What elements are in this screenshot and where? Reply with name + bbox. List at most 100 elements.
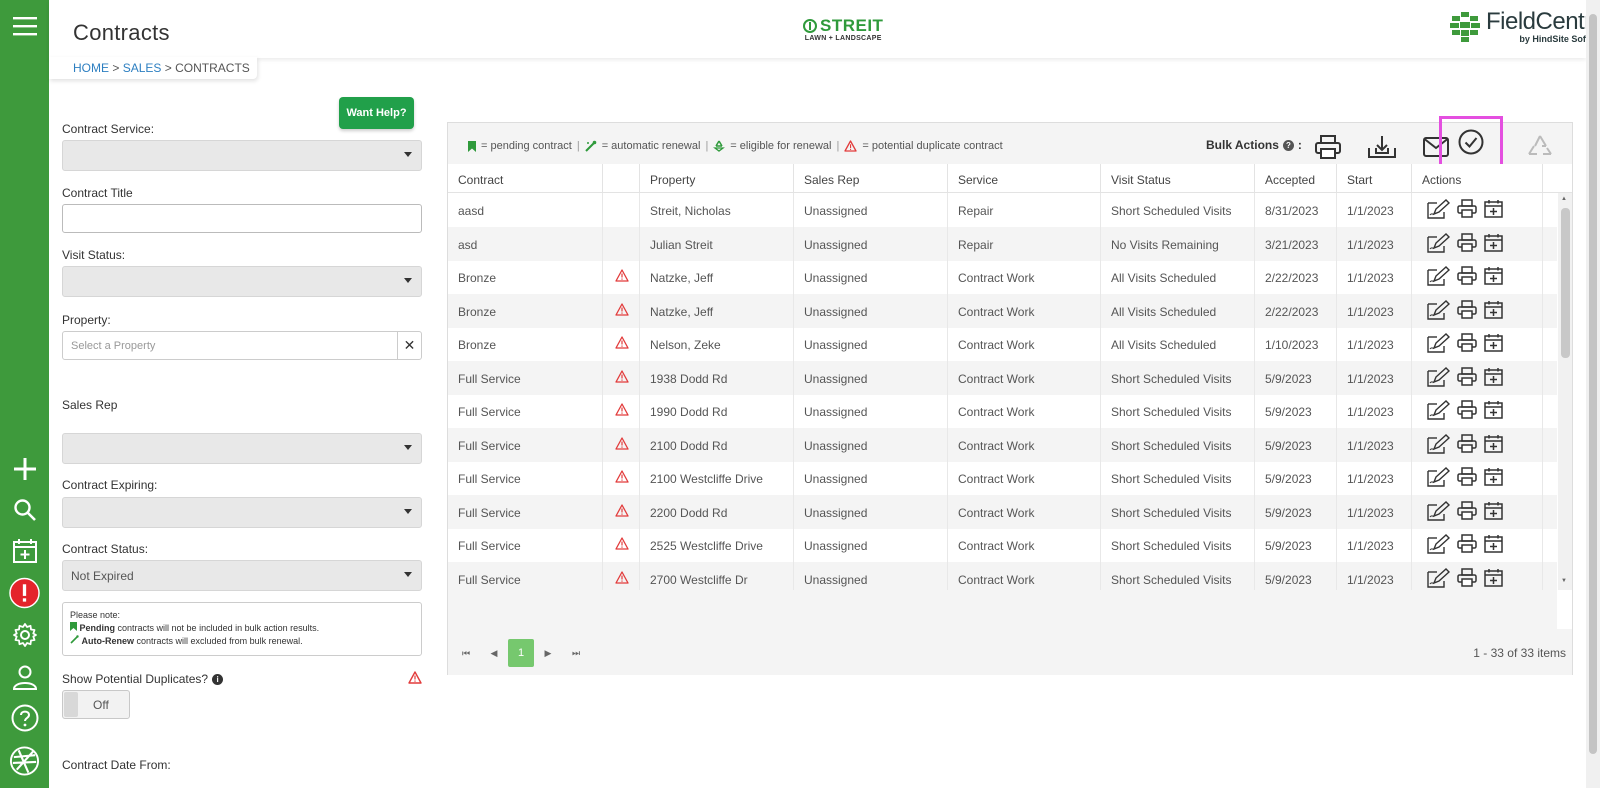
schedule-visit-button[interactable] (1484, 333, 1503, 355)
pager-first-button[interactable]: ⏮ (454, 641, 478, 665)
col-start[interactable]: Start (1337, 164, 1412, 193)
contract-status-select[interactable]: Not Expired (62, 560, 422, 591)
edit-contract-button[interactable] (1426, 299, 1451, 322)
schedule-visit-button[interactable] (1484, 534, 1503, 556)
page-scroll-thumb[interactable] (1589, 14, 1597, 754)
col-accepted[interactable]: Accepted (1255, 164, 1337, 193)
print-contract-button[interactable] (1457, 500, 1477, 523)
table-row[interactable]: Bronze Natzke, Jeff Unassigned Contract Wor… (448, 260, 1557, 294)
help-icon[interactable] (9, 702, 40, 733)
scroll-down-icon[interactable]: ▼ (1561, 578, 1567, 584)
pager-page-1[interactable]: 1 (508, 639, 534, 667)
table-scrollbar[interactable]: ▲ ▼ (1558, 193, 1572, 590)
schedule-visit-button[interactable] (1484, 501, 1503, 523)
question-icon[interactable]: ? (1282, 139, 1294, 151)
show-duplicates-toggle[interactable]: Off (62, 690, 130, 719)
schedule-visit-button[interactable] (1484, 233, 1503, 255)
edit-contract-button[interactable] (1426, 467, 1451, 489)
schedule-visit-button[interactable] (1484, 467, 1503, 489)
table-row[interactable]: Full Service 1938 Dodd Rd Unassigned Contra… (448, 360, 1557, 395)
gear-icon[interactable] (9, 619, 40, 650)
table-row[interactable]: Full Service 1990 Dodd Rd Unassigned Contra… (448, 394, 1557, 428)
col-contract[interactable]: Contract (448, 164, 603, 193)
edit-contract-button[interactable] (1426, 333, 1451, 355)
print-contract-button[interactable] (1457, 299, 1477, 322)
print-icon (1457, 567, 1477, 587)
want-help-button[interactable]: Want Help? (339, 97, 414, 129)
col-visit-status[interactable]: Visit Status (1101, 164, 1255, 193)
menu-icon[interactable] (9, 10, 40, 41)
table-row[interactable]: Bronze Natzke, Jeff Unassigned Contract Wor… (448, 293, 1557, 328)
table-row[interactable]: Full Service 2525 Westcliffe Drive Unassig… (448, 528, 1557, 562)
col-sales-rep[interactable]: Sales Rep (794, 164, 948, 193)
pager-prev-button[interactable]: ◀ (482, 641, 506, 665)
bulk-print-button[interactable] (1310, 130, 1346, 164)
schedule-visit-button[interactable] (1484, 266, 1503, 288)
bulk-accept-button[interactable] (1439, 116, 1503, 168)
breadcrumb-sales[interactable]: SALES (123, 61, 162, 75)
cell-property: Nelson, Zeke (640, 327, 794, 361)
add-icon[interactable] (9, 453, 40, 484)
print-contract-button[interactable] (1457, 266, 1477, 288)
property-select[interactable]: Select a Property ✕ (62, 331, 422, 360)
edit-contract-button[interactable] (1426, 366, 1451, 389)
sales-rep-select[interactable] (62, 433, 422, 464)
contract-title-input[interactable] (62, 204, 422, 233)
cell-start: 1/1/2023 (1337, 260, 1412, 294)
print-contract-button[interactable] (1457, 433, 1477, 456)
bulk-download-button[interactable] (1364, 130, 1400, 164)
schedule-visit-button[interactable] (1484, 300, 1503, 322)
warning-icon (615, 269, 629, 282)
schedule-visit-button[interactable] (1484, 568, 1503, 590)
bulk-renew-button[interactable] (1522, 130, 1558, 164)
visit-status-select[interactable] (62, 266, 422, 297)
print-contract-button[interactable] (1457, 467, 1477, 489)
contract-service-select[interactable] (62, 140, 422, 171)
table-row[interactable]: aasd Streit, Nicholas Unassigned Repair Shor… (448, 193, 1557, 227)
print-contract-button[interactable] (1457, 199, 1477, 221)
cell-service: Contract Work (948, 494, 1101, 529)
edit-contract-button[interactable] (1426, 534, 1451, 556)
schedule-visit-button[interactable] (1484, 199, 1503, 221)
page-scrollbar[interactable] (1586, 0, 1600, 788)
table-row[interactable]: Bronze Nelson, Zeke Unassigned Contract Wor… (448, 327, 1557, 361)
edit-contract-button[interactable] (1426, 433, 1451, 456)
edit-contract-button[interactable] (1426, 500, 1451, 523)
col-property[interactable]: Property (640, 164, 794, 193)
print-contract-button[interactable] (1457, 232, 1477, 255)
edit-contract-button[interactable] (1426, 266, 1451, 288)
table-row[interactable]: Full Service 2200 Dodd Rd Unassigned Contra… (448, 494, 1557, 529)
edit-icon (1427, 433, 1451, 454)
table-row[interactable]: Full Service 2100 Westcliffe Drive Unassig… (448, 461, 1557, 495)
table-row[interactable]: asd Julian Streit Unassigned Repair No Visit… (448, 226, 1557, 261)
contract-expiring-select[interactable] (62, 497, 422, 528)
breadcrumb-home[interactable]: HOME (73, 61, 109, 75)
user-icon[interactable] (9, 661, 40, 692)
schedule-visit-button[interactable] (1484, 400, 1503, 422)
chevron-down-icon (404, 572, 412, 577)
schedule-visit-button[interactable] (1484, 367, 1503, 389)
table-row[interactable]: Full Service 2100 Dodd Rd Unassigned Contra… (448, 427, 1557, 462)
info-icon[interactable]: i (212, 673, 224, 685)
print-contract-button[interactable] (1457, 333, 1477, 355)
schedule-visit-button[interactable] (1484, 434, 1503, 456)
search-icon[interactable] (9, 494, 40, 525)
edit-contract-button[interactable] (1426, 400, 1451, 422)
edit-contract-button[interactable] (1426, 232, 1451, 255)
calendar-add-icon[interactable] (9, 535, 40, 566)
print-contract-button[interactable] (1457, 400, 1477, 422)
print-contract-button[interactable] (1457, 366, 1477, 389)
pager-last-button[interactable]: ⏭ (564, 641, 588, 665)
fieldcentral-logo-icon[interactable] (9, 745, 40, 776)
edit-contract-button[interactable] (1426, 567, 1451, 590)
alert-icon[interactable] (9, 577, 40, 608)
pager-next-button[interactable]: ▶ (536, 641, 560, 665)
cell-actions (1412, 327, 1543, 361)
print-contract-button[interactable] (1457, 534, 1477, 556)
close-icon[interactable]: ✕ (397, 332, 421, 359)
print-contract-button[interactable] (1457, 567, 1477, 590)
col-service[interactable]: Service (948, 164, 1101, 193)
scroll-up-icon[interactable]: ▲ (1561, 196, 1567, 202)
scroll-thumb[interactable] (1561, 208, 1570, 358)
edit-contract-button[interactable] (1426, 199, 1451, 221)
